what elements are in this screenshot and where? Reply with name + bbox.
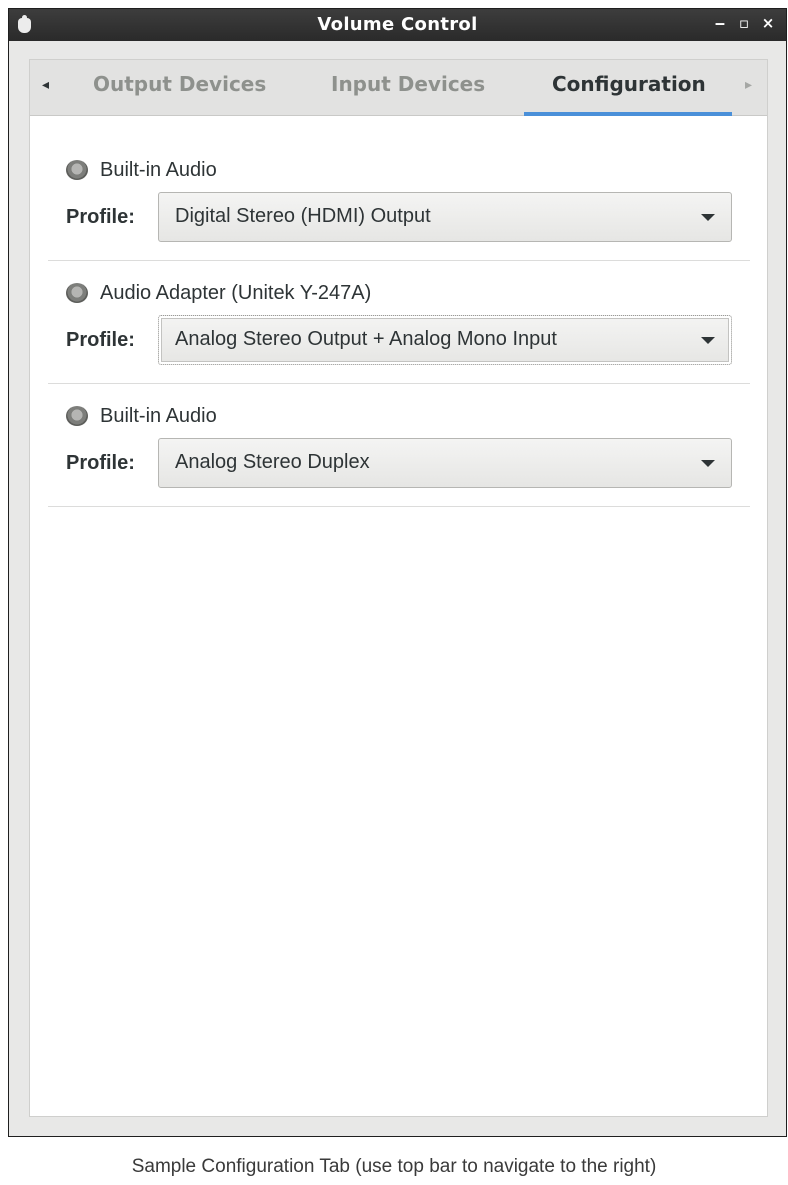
tab-scroll-left-icon[interactable]: ◂ [42,77,49,93]
title-bar[interactable]: Volume Control ‒ ▫ × [9,9,786,41]
device-name: Built-in Audio [100,405,217,427]
device-name: Built-in Audio [100,159,217,181]
window-title: Volume Control [317,14,478,35]
tab-input-devices[interactable]: Input Devices [331,72,485,96]
profile-label: Profile: [66,206,135,228]
chevron-down-icon [701,337,715,344]
tab-notebook: ◂ Output Devices Input Devices Configura… [29,59,768,1117]
device-card: Built-in Audio Profile: Digital Stereo (… [48,138,750,261]
device-card: Built-in Audio Profile: Analog Stereo Du… [48,384,750,507]
tab-bar: ◂ Output Devices Input Devices Configura… [30,60,767,116]
device-name: Audio Adapter (Unitek Y-247A) [100,282,372,304]
tab-output-devices[interactable]: Output Devices [93,72,266,96]
speaker-icon [66,283,88,303]
profile-dropdown[interactable]: Analog Stereo Output + Analog Mono Input [158,315,732,365]
maximize-button[interactable]: ▫ [736,14,752,32]
profile-value: Analog Stereo Output + Analog Mono Input [175,328,557,350]
profile-label: Profile: [66,452,135,474]
close-button[interactable]: × [760,14,776,32]
chevron-down-icon [701,214,715,221]
minimize-button[interactable]: ‒ [712,14,728,32]
volume-control-window: Volume Control ‒ ▫ × ◂ Output Devices In… [8,8,787,1137]
chevron-down-icon [701,460,715,467]
tab-scroll-right-icon[interactable]: ▸ [745,77,752,93]
profile-value: Analog Stereo Duplex [175,451,370,473]
screenshot-caption: Sample Configuration Tab (use top bar to… [131,1156,657,1177]
speaker-icon [66,160,88,180]
active-tab-indicator [524,112,732,116]
profile-label: Profile: [66,329,135,351]
speaker-icon [66,406,88,426]
device-card: Audio Adapter (Unitek Y-247A) Profile: A… [48,261,750,384]
tab-configuration[interactable]: Configuration [552,72,706,96]
profile-dropdown[interactable]: Analog Stereo Duplex [158,438,732,488]
profile-dropdown[interactable]: Digital Stereo (HDMI) Output [158,192,732,242]
profile-value: Digital Stereo (HDMI) Output [175,205,431,227]
